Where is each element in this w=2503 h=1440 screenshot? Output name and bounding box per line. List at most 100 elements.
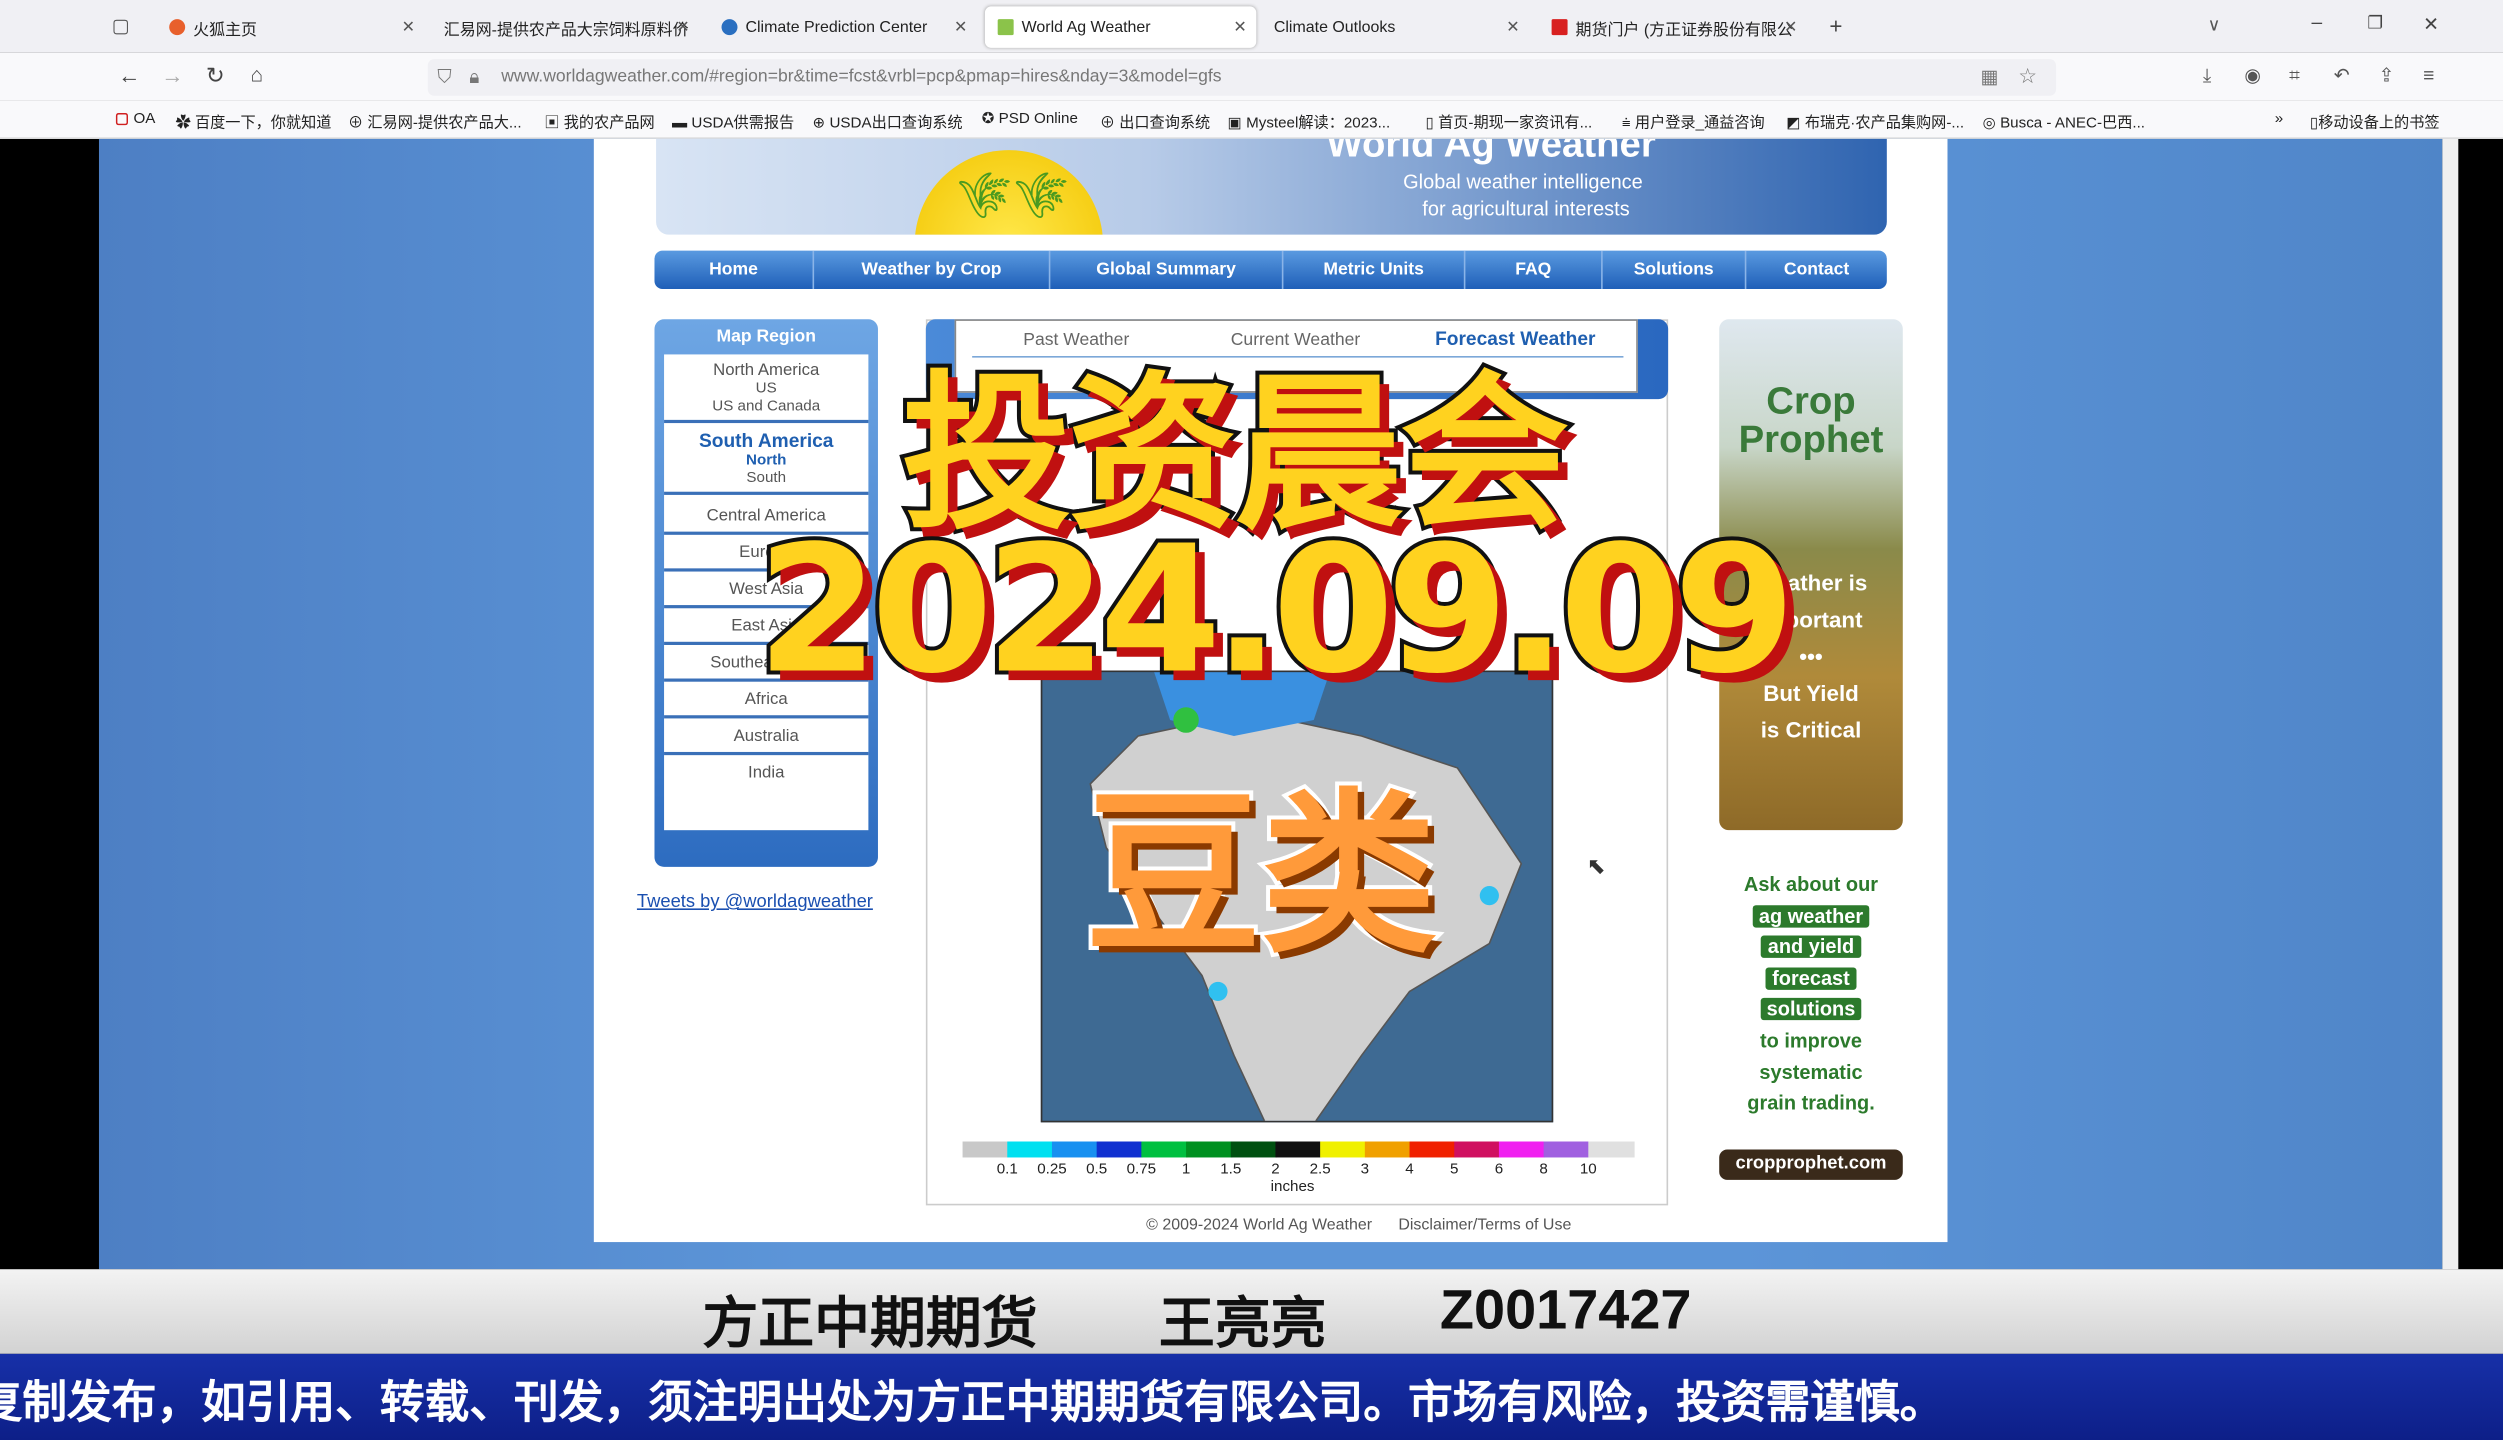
tab-climate-outlooks[interactable]: Climate Outlooks ✕ [1261, 6, 1529, 48]
colorbar-swatch [1141, 1141, 1187, 1158]
nav-home[interactable]: Home [654, 250, 815, 289]
nav-contact[interactable]: Contact [1746, 251, 1886, 289]
colorbar-label: 2.5 [1309, 1160, 1331, 1179]
close-icon[interactable]: ✕ [954, 18, 967, 36]
nav-metric-units[interactable]: Metric Units [1283, 250, 1466, 289]
bookmark[interactable]: ▢ OA [115, 110, 155, 128]
tab-cpc[interactable]: Climate Prediction Center ✕ [709, 6, 977, 48]
undo-icon[interactable]: ↶ [2334, 64, 2350, 86]
colorbar-label: 4 [1405, 1160, 1414, 1179]
bookmark[interactable]: ◎ Busca - ANEC-巴西... [1983, 110, 2145, 133]
bookmark[interactable]: ⩧ 用户登录_通益咨询 [1622, 110, 1765, 133]
colorbar-swatch [1186, 1141, 1232, 1158]
bookmark[interactable]: ▯ 首页-期现一家资讯有... [1425, 110, 1592, 133]
lock-icon[interactable]: 🔒︎ [469, 65, 479, 89]
colorbar-swatch [1007, 1141, 1053, 1158]
colorbar-swatch [1454, 1141, 1500, 1158]
bookmark[interactable]: ▣ 我的农产品网 [544, 110, 654, 133]
qr-code-icon[interactable]: ▦ [1980, 65, 1998, 87]
tab-list-icon[interactable]: ▢ [112, 14, 130, 36]
bookmark[interactable]: ✪ PSD Online [982, 110, 1078, 128]
close-icon[interactable]: ✕ [1506, 18, 1519, 36]
chevron-down-icon[interactable]: ∨ [2208, 14, 2221, 35]
footer-disclaimer-link[interactable]: Disclaimer/Terms of Use [1398, 1217, 1571, 1235]
minimize-icon[interactable]: – [2311, 11, 2322, 33]
disclaimer-ticker: 复制发布，如引用、转载、刊发，须注明出处为方正中期期货有限公司。市场有风险，投资… [0, 1353, 2503, 1440]
tab-futures-portal[interactable]: 期货门户 (方正证券股份有限公 ✕ [1539, 6, 1807, 48]
account-icon[interactable]: ◉ [2244, 64, 2261, 86]
colorbar-swatch [1364, 1141, 1411, 1158]
tab-cnagri[interactable]: 汇易网-提供农产品大宗饲料原料价 ✕ [431, 6, 699, 48]
colorbar-label: 2 [1271, 1160, 1280, 1179]
region-india[interactable]: India [664, 755, 868, 789]
wheat-logo-icon: 🌾︎🌾︎ [914, 150, 1104, 235]
menu-icon[interactable]: ≡ [2423, 64, 2434, 86]
restore-icon[interactable]: ❐ [2367, 13, 2383, 33]
home-icon[interactable]: ⌂ [251, 62, 264, 86]
nav-weather-by-crop[interactable]: Weather by Crop [814, 250, 1051, 289]
bookmark[interactable]: ⊕ USDA出口查询系统 [813, 110, 963, 133]
region-sa-south[interactable]: South [664, 469, 869, 495]
colorbar-label: 0.1 [996, 1160, 1018, 1179]
scrollbar[interactable] [2442, 138, 2459, 1270]
nav-global-summary[interactable]: Global Summary [1050, 250, 1284, 289]
bookmarks-bar: ▢ OA ✿ 百度一下，你就知道 ⊕ 汇易网-提供农产品大... ▣ 我的农产品… [0, 100, 2503, 139]
colorbar-swatch [1320, 1141, 1366, 1158]
back-icon[interactable]: ← [118, 62, 140, 88]
ad-text: systematic [1759, 1060, 1863, 1084]
colorbar-swatch [1051, 1141, 1098, 1158]
mobile-bookmarks[interactable]: ▯移动设备上的书签 [2310, 110, 2440, 133]
nav-solutions[interactable]: Solutions [1603, 250, 1747, 289]
region-us[interactable]: US [664, 380, 868, 398]
close-window-icon[interactable]: ✕ [2423, 13, 2439, 35]
tweets-link[interactable]: Tweets by @worldagweather [637, 892, 873, 911]
reload-icon[interactable]: ↻ [206, 62, 225, 89]
solutions-ad[interactable]: Ask about our ag weather and yield forec… [1719, 870, 1903, 1197]
colorbar-swatch [1230, 1141, 1277, 1158]
tab-firefox-home[interactable]: 火狐主页 ✕ [156, 6, 424, 48]
screen: ▢ 火狐主页 ✕ 汇易网-提供农产品大宗饲料原料价 ✕ Climate Predic… [0, 0, 2503, 1440]
bookmark[interactable]: ▬ USDA供需报告 [672, 110, 794, 133]
new-tab-icon[interactable]: + [1829, 13, 1842, 39]
cropprophet-link[interactable]: cropprophet.com [1719, 1149, 1903, 1181]
tab-world-ag-weather[interactable]: World Ag Weather ✕ [984, 6, 1257, 48]
colorbar-label: 1.5 [1220, 1160, 1242, 1179]
colorbar-swatch [1275, 1141, 1321, 1158]
forward-icon[interactable]: → [161, 62, 183, 88]
colorbar-label: 1 [1181, 1160, 1191, 1179]
close-icon[interactable]: ✕ [1233, 18, 1246, 36]
colorbar-label: 0.5 [1086, 1160, 1108, 1179]
more-bookmarks-icon[interactable]: » [2275, 110, 2283, 128]
nav-faq[interactable]: FAQ [1465, 250, 1603, 289]
tab-bar: ▢ 火狐主页 ✕ 汇易网-提供农产品大宗饲料原料价 ✕ Climate Predic… [0, 0, 2503, 53]
region-australia[interactable]: Australia [664, 718, 869, 756]
download-icon[interactable]: ⤓ [2203, 64, 2211, 88]
ad-text: Ask about our [1743, 873, 1879, 896]
shield-icon[interactable]: ⛉ [437, 65, 451, 89]
url-input[interactable]: ⛉ 🔒︎ www.worldagweather.com/#region=br&t… [427, 59, 2057, 96]
ad-text: is Critical [1760, 716, 1862, 743]
star-icon[interactable]: ☆ [2018, 64, 2037, 90]
region-sa-north[interactable]: North [664, 452, 868, 470]
bookmark[interactable]: ⊕ 出口查询系统 [1100, 110, 1210, 133]
close-icon[interactable]: ✕ [1784, 18, 1797, 36]
region-south-america[interactable]: South America [664, 429, 868, 451]
region-north-america[interactable]: North America [664, 361, 868, 380]
region-us-canada[interactable]: US and Canada [664, 398, 869, 424]
footer-copyright: © 2009-2024 World Ag Weather [1146, 1216, 1373, 1235]
bookmark[interactable]: ▣ Mysteel解读：2023... [1228, 110, 1391, 133]
close-icon[interactable]: ✕ [676, 18, 689, 36]
extensions-icon[interactable]: ⇪ [2378, 64, 2394, 86]
crop-icon[interactable]: ⌗ [2289, 64, 2300, 88]
bookmark[interactable]: ✿ 百度一下，你就知道 [176, 110, 332, 133]
ad-text: forecast [1765, 967, 1857, 990]
ad-text: ag weather [1752, 904, 1870, 927]
ad-text: grain trading. [1747, 1092, 1875, 1115]
close-icon[interactable]: ✕ [402, 18, 415, 36]
colorbar-label: 3 [1360, 1160, 1370, 1179]
bookmark[interactable]: ◩ 布瑞克·农产品集购网-... [1786, 110, 1964, 133]
colorbar-swatch [1409, 1141, 1456, 1158]
site-title: World Ag Weather [1326, 138, 1656, 167]
bookmark[interactable]: ⊕ 汇易网-提供农产品大... [348, 110, 522, 133]
license-number: Z0017427 [1439, 1278, 1692, 1342]
